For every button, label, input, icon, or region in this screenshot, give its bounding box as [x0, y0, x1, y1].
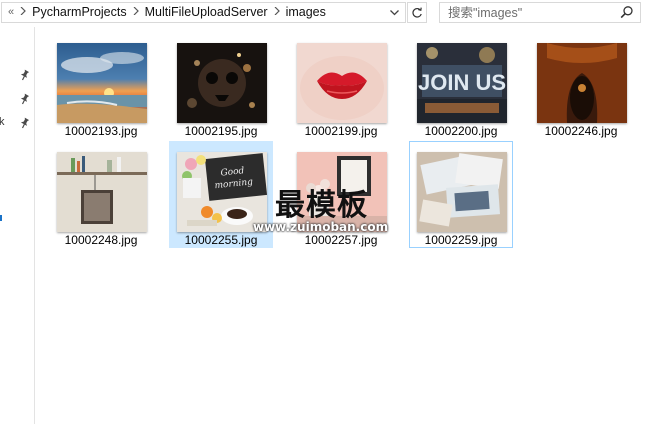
chevron-down-icon [389, 9, 399, 15]
nav-item-label-clipped[interactable]: k [0, 116, 5, 128]
search-icon[interactable] [620, 5, 634, 19]
address-row: « PycharmProjects MultiFileUploadServer … [0, 0, 655, 27]
image-thumbnail-red-lips [297, 43, 387, 123]
chevron-right-icon[interactable] [131, 3, 141, 22]
image-thumbnail-good-morning-breakfast: Good morning [177, 152, 267, 232]
breadcrumb-overflow-chevron[interactable]: « [2, 3, 18, 22]
file-item[interactable]: 10002195.jpg [169, 32, 273, 139]
breadcrumb-item-multifileuploadserver[interactable]: MultiFileUploadServer [141, 3, 272, 22]
image-thumbnail-sunset-beach [57, 43, 147, 123]
file-item[interactable]: 10002248.jpg [49, 141, 153, 248]
file-view: 10002193.jpg 10002195.jpg 10002199.jpg J… [36, 27, 655, 424]
pin-icon[interactable] [18, 93, 30, 105]
image-thumbnail-dark-skull-splash [177, 43, 267, 123]
file-item[interactable]: 10002199.jpg [289, 32, 393, 139]
file-item[interactable]: 10002257.jpg [289, 141, 393, 248]
refresh-icon [412, 7, 422, 18]
image-thumbnail-pink-wall-frame [297, 152, 387, 232]
breadcrumb-item-pycharmprojects[interactable]: PycharmProjects [28, 3, 130, 22]
file-item-selected[interactable]: Good morning 10002255.jpg [169, 141, 273, 248]
file-name: 10002193.jpg [64, 124, 138, 138]
svg-text:JOIN US: JOIN US [418, 70, 506, 95]
pin-icon[interactable] [18, 69, 30, 81]
file-name: 10002195.jpg [184, 124, 258, 138]
pin-icon[interactable] [18, 117, 30, 129]
file-name: 10002200.jpg [424, 124, 498, 138]
file-name: 10002259.jpg [424, 233, 498, 247]
breadcrumb-item-images[interactable]: images [282, 3, 330, 22]
file-item-focused[interactable]: 10002259.jpg [409, 141, 513, 248]
search-box[interactable] [439, 2, 641, 23]
chevron-right-icon [18, 3, 28, 22]
image-thumbnail-shelf-photo-frame [57, 152, 147, 232]
file-item[interactable]: 10002193.jpg [49, 32, 153, 139]
address-history-dropdown[interactable] [387, 3, 401, 22]
address-bar[interactable]: « PycharmProjects MultiFileUploadServer … [1, 2, 406, 23]
nav-item-indicator [0, 215, 2, 221]
image-thumbnail-amber-cave [537, 43, 627, 123]
file-item[interactable]: 10002246.jpg [529, 32, 633, 139]
search-input[interactable] [440, 3, 615, 22]
file-name: 10002255.jpg [184, 233, 258, 247]
file-name: 10002248.jpg [64, 233, 138, 247]
file-item[interactable]: JOIN US 10002200.jpg [409, 32, 513, 139]
navigation-pane: k [0, 27, 35, 424]
refresh-button[interactable] [407, 2, 427, 23]
image-thumbnail-join-us-letters: JOIN US [417, 43, 507, 123]
file-name: 10002246.jpg [544, 124, 618, 138]
file-name: 10002257.jpg [304, 233, 378, 247]
image-thumbnail-postcards-desk [417, 152, 507, 232]
file-name: 10002199.jpg [304, 124, 378, 138]
chevron-right-icon[interactable] [272, 3, 282, 22]
